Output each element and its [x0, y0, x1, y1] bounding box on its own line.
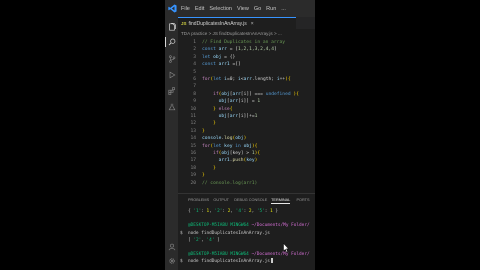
- manage-gear-icon[interactable]: [168, 257, 176, 265]
- editor-tab-bar: JS findDuplicatesInAnArray.js ×: [178, 17, 315, 29]
- menu-run[interactable]: Run: [266, 6, 276, 12]
- testing-icon[interactable]: [168, 103, 176, 111]
- source-control-icon[interactable]: [168, 55, 176, 63]
- code-text: // console.log(arr1): [202, 180, 258, 186]
- menu-go[interactable]: Go: [254, 6, 261, 12]
- panel-tab-terminal[interactable]: TERMINAL: [271, 198, 291, 204]
- menu-view[interactable]: View: [237, 6, 249, 12]
- explorer-icon[interactable]: [168, 23, 176, 31]
- account-icon[interactable]: [168, 243, 176, 251]
- terminal[interactable]: { '1': 1, '2': 2, '4': 2, '5': 1 } @DESKT…: [178, 206, 315, 270]
- extensions-icon[interactable]: [168, 87, 176, 95]
- menu-edit[interactable]: Edit: [195, 6, 204, 12]
- panel-tab-debug-console[interactable]: DEBUG CONSOLE: [234, 198, 267, 202]
- breadcrumb[interactable]: TDA practice > JS findDuplicatesInAnArra…: [178, 29, 315, 38]
- menu-file[interactable]: File: [181, 6, 190, 12]
- vscode-window: File Edit Selection View Go Run ... JS f…: [165, 0, 315, 270]
- active-indicator: [165, 37, 166, 47]
- code-editor[interactable]: 1// Find Duplicates in an array 2 const ar…: [178, 38, 315, 190]
- code-line[interactable]: 20 // console.log(arr1): [178, 179, 315, 188]
- tab-label: findDuplicatesInAnArray.js: [188, 20, 247, 27]
- panel-tab-output[interactable]: OUTPUT: [213, 198, 229, 202]
- search-icon[interactable]: [168, 38, 176, 46]
- mouse-cursor-icon: [283, 243, 289, 253]
- panel-tab-bar: PROBLEMS OUTPUT DEBUG CONSOLE TERMINAL PORTS: [178, 196, 315, 206]
- panel-tab-problems[interactable]: PROBLEMS: [188, 198, 209, 202]
- javascript-file-icon: JS: [181, 21, 187, 26]
- menu-more[interactable]: ...: [281, 6, 286, 12]
- close-icon[interactable]: ×: [251, 21, 254, 27]
- menu-selection[interactable]: Selection: [209, 6, 232, 12]
- tab-findduplicates[interactable]: JS findDuplicatesInAnArray.js ×: [178, 17, 296, 29]
- activity-bar: [165, 17, 178, 270]
- vscode-logo-icon: [168, 4, 177, 13]
- panel-tab-ports[interactable]: PORTS: [297, 198, 310, 202]
- line-number: 20: [190, 180, 196, 186]
- terminal-line: $ node findDuplicatesInAnArray.js: [178, 258, 315, 266]
- run-debug-icon[interactable]: [168, 71, 176, 79]
- title-bar: File Edit Selection View Go Run ...: [165, 0, 315, 17]
- panel-divider: [178, 193, 315, 194]
- terminal-cursor: [270, 258, 273, 264]
